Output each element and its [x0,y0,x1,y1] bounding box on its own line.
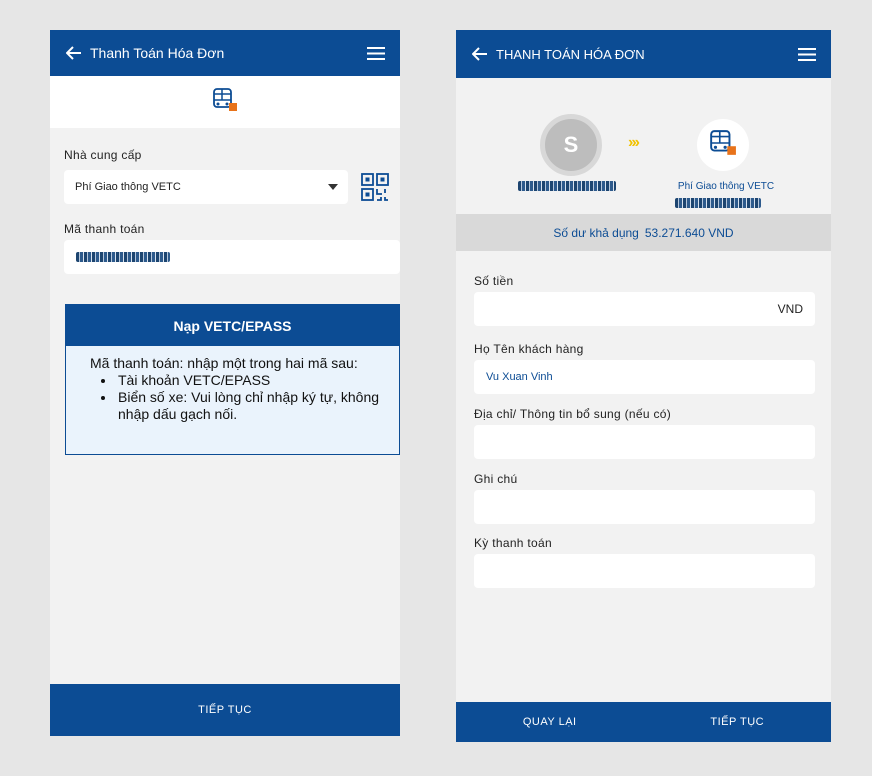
continue-button[interactable]: TIẾP TỤC [50,684,400,736]
footer-bar: QUAY LẠI TIẾP TỤC [456,702,831,742]
source-account-blurred [518,181,616,191]
provider-selected-value: Phí Giao thông VETC [75,181,181,193]
info-card-item: Biển số xe: Vui lòng chỉ nhập ký tự, khô… [116,389,383,423]
customer-name-field[interactable]: Vu Xuan Vinh [474,360,815,394]
provider-row: Phí Giao thông VETC [64,168,394,206]
period-label: Kỳ thanh toán [474,536,552,550]
balance-bar: Số dư khả dụng 53.271.640 VND [456,214,831,251]
menu-icon[interactable] [791,30,831,78]
address-field[interactable] [474,425,815,459]
info-card-intro: Mã thanh toán: nhập một trong hai mã sau… [90,355,358,371]
address-label: Địa chỉ/ Thông tin bổ sung (nếu có) [474,407,672,421]
right-screen: THANH TOÁN HÓA ĐƠN S ››› Phí Giao thông … [456,30,831,742]
left-screen: Thanh Toán Hóa Đơn Nhà cung cấp Phí Giao… [50,30,400,736]
info-card: Nạp VETC/EPASS Mã thanh toán: nhập một t… [65,304,400,455]
bus-icon [709,129,737,161]
page-title: THANH TOÁN HÓA ĐƠN [496,46,645,62]
info-card-title: Nạp VETC/EPASS [66,305,399,346]
info-card-body: Mã thanh toán: nhập một trong hai mã sau… [66,346,399,423]
back-button[interactable]: QUAY LẠI [456,716,644,728]
amount-currency: VND [777,302,803,316]
info-card-item: Tài khoản VETC/EPASS [116,372,383,389]
customer-name-value: Vu Xuan Vinh [486,371,553,383]
payment-code-input[interactable] [64,240,400,274]
back-arrow-icon[interactable] [50,30,90,76]
payment-code-label: Mã thanh toán [64,222,145,236]
provider-select[interactable]: Phí Giao thông VETC [64,170,349,204]
period-field[interactable] [474,554,815,588]
note-field[interactable] [474,490,815,524]
qr-code-icon[interactable] [356,168,394,206]
amount-input[interactable]: VND [474,292,815,326]
header-bar: Thanh Toán Hóa Đơn [50,30,400,76]
transfer-arrows-icon: ››› [628,134,640,151]
biller-name: Phí Giao thông VETC [677,181,775,192]
amount-label: Số tiền [474,274,514,288]
continue-label: TIẾP TỤC [198,704,252,716]
menu-icon[interactable] [360,30,400,76]
payment-code-value-blurred [76,252,170,262]
balance-label: Số dư khả dụng [553,225,639,240]
continue-button[interactable]: TIẾP TỤC [644,716,832,728]
back-arrow-icon[interactable] [456,30,496,78]
biller-code-blurred [675,198,761,208]
biller-logo [697,119,749,171]
provider-label: Nhà cung cấp [64,148,142,162]
page-title: Thanh Toán Hóa Đơn [90,45,225,61]
header-bar: THANH TOÁN HÓA ĐƠN [456,30,831,78]
bus-icon [212,87,238,117]
dropdown-caret-icon [328,184,339,190]
info-card-list: Tài khoản VETC/EPASS Biển số xe: Vui lòn… [116,372,383,423]
customer-name-label: Họ Tên khách hàng [474,342,584,356]
balance-value: 53.271.640 VND [644,225,734,240]
avatar: S [540,114,602,176]
provider-logo-bar [50,76,400,128]
note-label: Ghi chú [474,472,518,486]
